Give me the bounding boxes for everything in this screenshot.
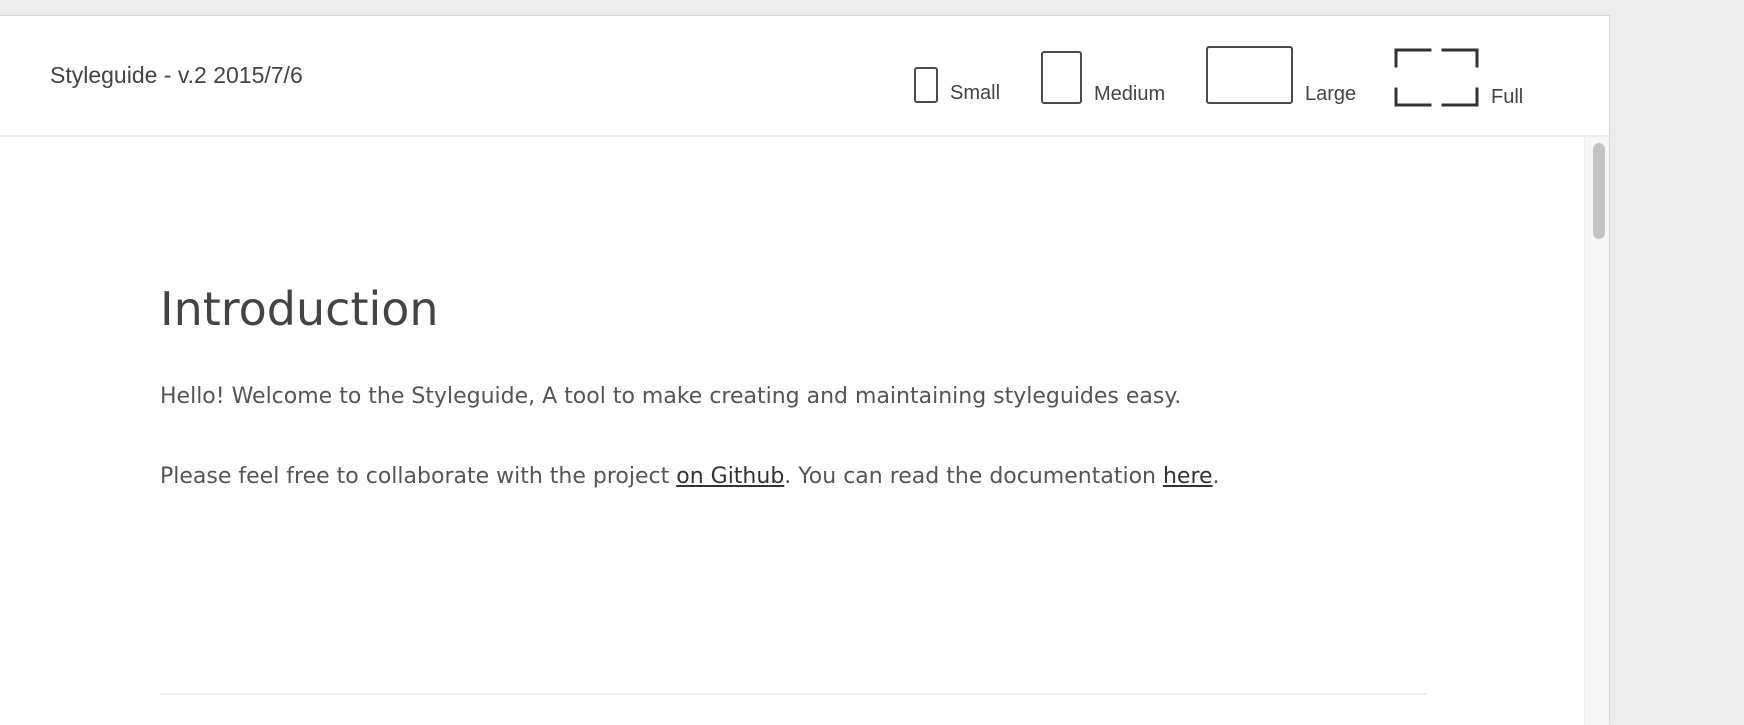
size-small-label: Small	[950, 82, 1001, 104]
large-viewport-icon	[1206, 46, 1293, 104]
scrollbar-thumb[interactable]	[1593, 143, 1605, 239]
section-divider	[160, 693, 1426, 695]
size-medium-label: Medium	[1094, 83, 1166, 105]
collaborate-text-middle: . You can read the documentation	[784, 464, 1163, 489]
size-full-label: Full	[1491, 86, 1524, 108]
documentation-link[interactable]: here	[1163, 464, 1213, 489]
medium-viewport-icon	[1041, 51, 1082, 104]
header-bar: Styleguide - v.2 2015/7/6 Small Medium L…	[0, 16, 1609, 137]
size-medium-button[interactable]: Medium	[1041, 51, 1165, 104]
size-large-button[interactable]: Large	[1206, 46, 1356, 104]
app-window: Styleguide - v.2 2015/7/6 Small Medium L…	[0, 15, 1610, 725]
app-title: Styleguide - v.2 2015/7/6	[50, 62, 303, 88]
collaborate-text-end: .	[1212, 464, 1220, 489]
intro-paragraph: Hello! Welcome to the Styleguide, A tool…	[160, 384, 1182, 409]
size-full-button[interactable]: Full	[1394, 48, 1523, 107]
scrollbar[interactable]	[1584, 137, 1609, 725]
size-large-label: Large	[1305, 83, 1357, 105]
github-link[interactable]: on Github	[676, 464, 784, 489]
page-heading: Introduction	[160, 282, 439, 336]
fullscreen-icon	[1394, 48, 1479, 107]
content-area: Introduction Hello! Welcome to the Style…	[0, 137, 1584, 725]
collaborate-text-start: Please feel free to collaborate with the…	[160, 464, 677, 489]
small-viewport-icon	[914, 67, 938, 103]
size-small-button[interactable]: Small	[914, 67, 1000, 103]
collaborate-paragraph: Please feel free to collaborate with the…	[160, 464, 1220, 489]
